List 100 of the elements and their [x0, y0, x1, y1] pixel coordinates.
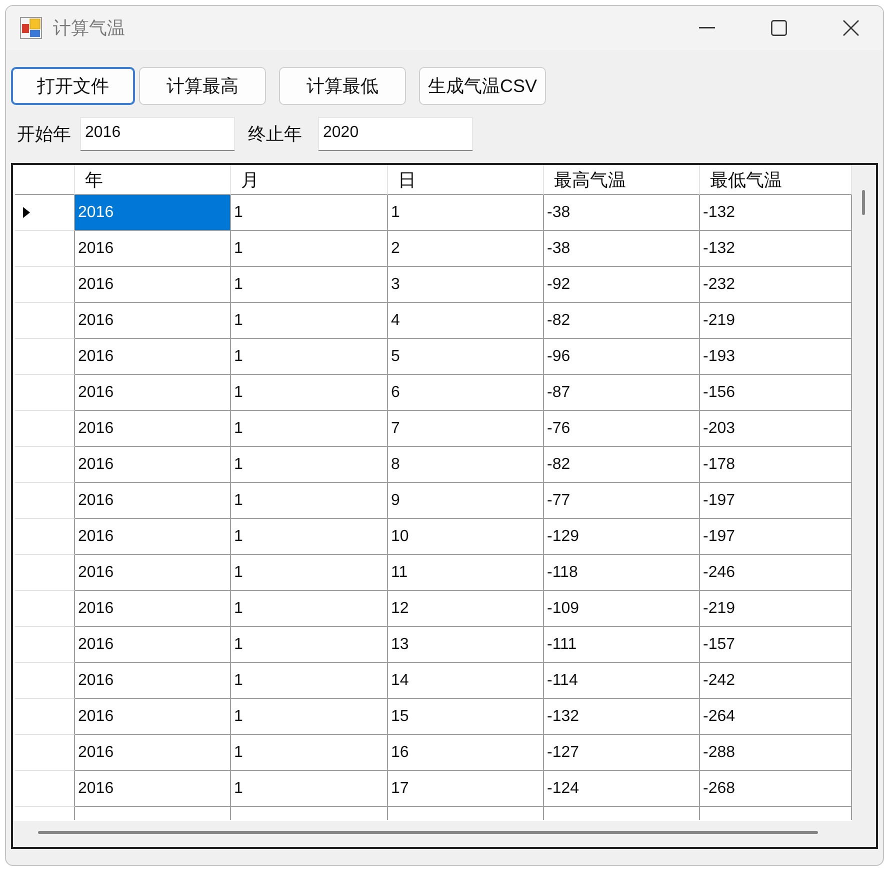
table-cell: -114: [544, 663, 700, 699]
table-cell: -246: [700, 555, 852, 591]
table-cell: 1: [231, 483, 388, 519]
table-cell: -197: [700, 519, 852, 555]
table-cell: 1: [231, 699, 388, 735]
table-cell: 2016: [75, 375, 231, 411]
table-cell: 2016: [75, 627, 231, 663]
scrollbar-thumb[interactable]: [862, 190, 865, 215]
table-cell: 8: [388, 447, 544, 483]
table-cell: 1: [231, 663, 388, 699]
row-header[interactable]: [15, 591, 75, 627]
table-cell: -132: [544, 699, 700, 735]
table-cell: -232: [700, 267, 852, 303]
table-cell: 1: [388, 195, 544, 231]
table-cell: 1: [231, 303, 388, 339]
minimize-icon[interactable]: [699, 27, 715, 29]
row-header[interactable]: [15, 735, 75, 771]
table-cell: -92: [544, 267, 700, 303]
table-cell: 17: [388, 771, 544, 807]
table-cell: 2016: [75, 771, 231, 807]
row-header[interactable]: [15, 411, 75, 447]
row-header[interactable]: [15, 663, 75, 699]
table-cell: 14: [388, 663, 544, 699]
row-header[interactable]: [15, 339, 75, 375]
row-header[interactable]: [15, 555, 75, 591]
table-cell: 1: [231, 231, 388, 267]
row-header[interactable]: [15, 267, 75, 303]
table-cell: 2016: [75, 267, 231, 303]
table-cell: -82: [544, 447, 700, 483]
table-cell: -118: [544, 555, 700, 591]
scrollbar-thumb[interactable]: [38, 831, 818, 834]
row-header[interactable]: [15, 699, 75, 735]
table-cell: -264: [700, 699, 852, 735]
table-cell: 2016: [75, 339, 231, 375]
table-cell: 1: [231, 771, 388, 807]
table-cell: 7: [388, 411, 544, 447]
row-header[interactable]: [15, 375, 75, 411]
maximize-icon[interactable]: [771, 20, 787, 36]
table-cell: 13: [388, 627, 544, 663]
table-cell: -288: [700, 735, 852, 771]
row-header[interactable]: [15, 303, 75, 339]
row-header[interactable]: [15, 195, 75, 231]
window-title: 计算气温: [53, 17, 125, 40]
table-cell: -178: [700, 447, 852, 483]
table-cell: 1: [231, 591, 388, 627]
table-cell: 2016: [75, 735, 231, 771]
table-cell: 2016: [75, 195, 231, 231]
row-header[interactable]: [15, 483, 75, 519]
row-header[interactable]: [15, 771, 75, 807]
table-cell: -242: [700, 663, 852, 699]
app-icon: [20, 17, 42, 39]
toolbar-button[interactable]: 生成气温CSV: [419, 67, 546, 105]
toolbar-button[interactable]: 计算最高: [139, 67, 266, 105]
table-cell: 1: [231, 195, 388, 231]
table-cell: -268: [700, 771, 852, 807]
table-cell: -109: [544, 591, 700, 627]
table-cell: 2016: [75, 663, 231, 699]
table-cell: 1: [231, 555, 388, 591]
table-cell: 6: [388, 375, 544, 411]
current-row-icon: [23, 207, 30, 218]
table-cell: -38: [544, 195, 700, 231]
table-cell: 10: [388, 519, 544, 555]
table-cell: 2016: [75, 231, 231, 267]
table-cell: -193: [700, 339, 852, 375]
table-cell: -111: [544, 627, 700, 663]
horizontal-scrollbar[interactable]: [13, 821, 852, 847]
vertical-scrollbar[interactable]: [852, 165, 876, 821]
field-label: 开始年: [17, 123, 71, 146]
table-cell: 2016: [75, 483, 231, 519]
table-cell: 1: [231, 447, 388, 483]
row-header[interactable]: [15, 627, 75, 663]
table-cell: 1: [231, 735, 388, 771]
field-label: 终止年: [248, 123, 302, 146]
table-cell: 2016: [75, 591, 231, 627]
row-header[interactable]: [15, 231, 75, 267]
table-cell: 2016: [75, 447, 231, 483]
table-cell: 5: [388, 339, 544, 375]
table-cell: -38: [544, 231, 700, 267]
table-cell: -129: [544, 519, 700, 555]
table-cell: -197: [700, 483, 852, 519]
close-icon[interactable]: [843, 20, 859, 36]
table-cell: 1: [231, 267, 388, 303]
table-cell: 2016: [75, 411, 231, 447]
table-cell: -132: [700, 195, 852, 231]
table-cell: 1: [231, 519, 388, 555]
table-cell: 2016: [75, 555, 231, 591]
grid-corner-cell[interactable]: [15, 165, 75, 195]
table-cell: -87: [544, 375, 700, 411]
table-cell: -82: [544, 303, 700, 339]
table-cell: 1: [231, 375, 388, 411]
table-cell: 15: [388, 699, 544, 735]
toolbar-button[interactable]: 打开文件: [11, 67, 135, 105]
table-cell: 2: [388, 231, 544, 267]
year-input-field[interactable]: 2020: [318, 117, 473, 151]
row-header[interactable]: [15, 519, 75, 555]
table-cell: -203: [700, 411, 852, 447]
toolbar-button[interactable]: 计算最低: [279, 67, 406, 105]
year-input-field[interactable]: 2016: [80, 117, 235, 151]
table-cell: 2016: [75, 699, 231, 735]
row-header[interactable]: [15, 447, 75, 483]
